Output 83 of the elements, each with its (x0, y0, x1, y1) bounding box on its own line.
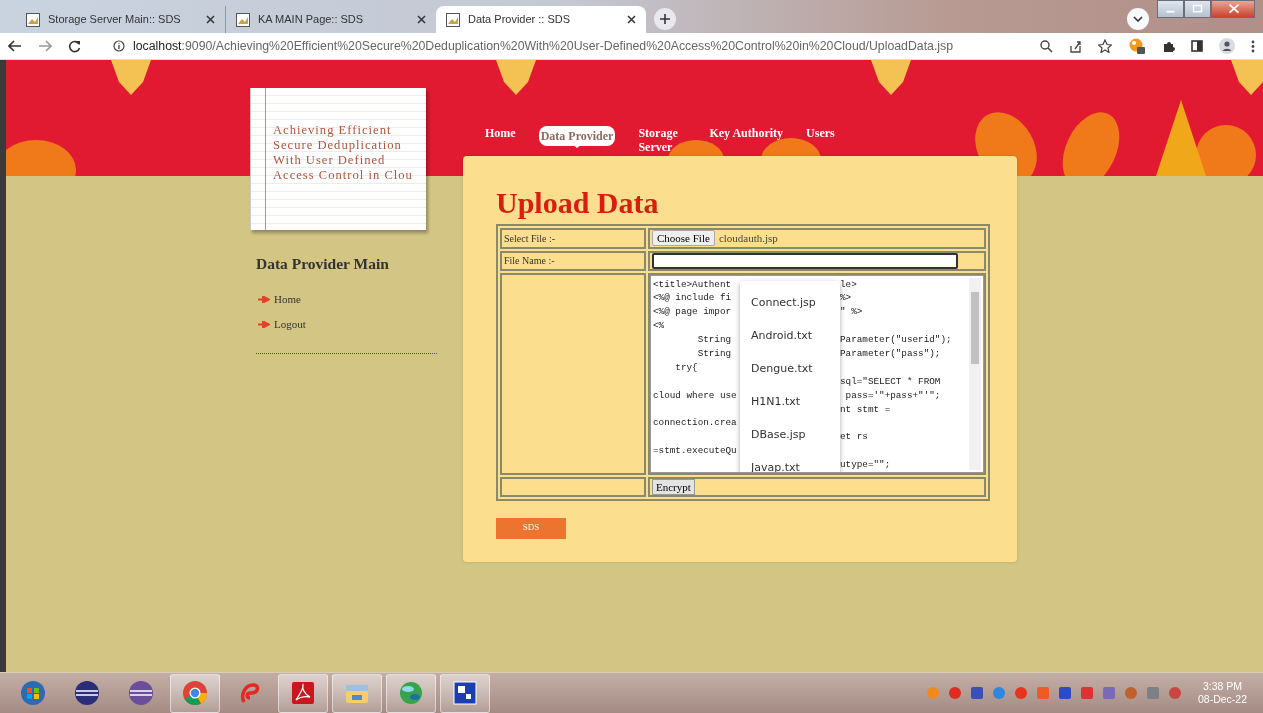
browser-tab[interactable]: KA MAIN Page:: SDS (226, 6, 436, 33)
suggestion-item[interactable]: Dengue.txt (740, 351, 840, 385)
favicon-icon (236, 12, 250, 27)
code-textarea[interactable] (650, 274, 984, 473)
code-text: sql="SELECT * FROM (840, 374, 941, 389)
info-icon[interactable] (113, 40, 125, 52)
nav-link[interactable]: Key Authority (709, 126, 784, 140)
code-text: =stmt.executeQu (652, 444, 738, 459)
pdf-icon (290, 680, 316, 706)
close-icon[interactable] (206, 15, 215, 24)
code-text: String (696, 333, 733, 347)
code-text: le> (840, 277, 857, 292)
back-icon[interactable] (8, 40, 22, 52)
code-text: cloud where use (652, 388, 738, 403)
tray-icon[interactable] (969, 686, 984, 700)
scrollbar[interactable] (969, 277, 981, 470)
suggestion-item[interactable]: Connect.jsp (740, 285, 840, 319)
code-text: <title>Authent (652, 277, 733, 292)
menu-icon[interactable] (1251, 39, 1255, 53)
sidebar-link[interactable]: Home (274, 291, 301, 308)
window-icon (452, 680, 478, 706)
file-name-input[interactable] (652, 252, 958, 269)
chrome-icon (182, 680, 208, 706)
tray-icon[interactable] (1057, 686, 1072, 700)
nav-link[interactable]: Home (485, 126, 516, 140)
close-icon[interactable] (417, 15, 426, 24)
favicon-icon (26, 12, 40, 27)
close-button[interactable] (1211, 0, 1255, 18)
code-text: " %> (840, 305, 863, 320)
code-text: utype=""; (840, 458, 891, 472)
sidebar-title: Data Provider Main (256, 254, 390, 274)
code-text: Parameter("userid"); (840, 333, 952, 347)
extension-icon[interactable] (1128, 38, 1146, 54)
arrow-icon (258, 320, 270, 328)
field-label: Select File :- (500, 228, 646, 249)
code-text: Parameter("pass"); (840, 346, 941, 361)
file-name-text: cloudauth.jsp (718, 231, 778, 246)
chevron-icon (1133, 16, 1143, 22)
code-text: <%@ include fi (652, 291, 733, 306)
code-text: <% (652, 319, 666, 334)
taskbar-button[interactable] (440, 673, 490, 713)
zoom-icon[interactable] (1040, 39, 1053, 53)
field-label: File Name :- (500, 250, 646, 271)
sphere-icon (74, 680, 100, 706)
nav-link[interactable]: Users (806, 126, 835, 140)
star-icon[interactable] (1098, 39, 1112, 53)
code-text: pass='"+pass+"'"; (844, 388, 941, 403)
reload-icon[interactable] (68, 39, 81, 53)
sidebar-link[interactable]: Logout (274, 315, 306, 333)
minimize-button[interactable] (1157, 0, 1184, 18)
start-icon (20, 680, 46, 706)
encrypt-button[interactable]: Encrypt (652, 478, 695, 495)
suggestion-item[interactable]: DBase.jsp (740, 417, 840, 451)
suggestion-item[interactable]: Android.txt (740, 318, 840, 352)
code-text: <%@ page impor (652, 305, 733, 320)
code-text: try{ (674, 360, 699, 375)
taskbar-button[interactable] (278, 673, 328, 713)
tab-search-button[interactable] (1127, 8, 1149, 30)
choose-file-button[interactable]: Choose File (652, 230, 715, 247)
code-text: et rs (840, 430, 868, 445)
close-icon[interactable] (627, 15, 636, 24)
arrow-icon (258, 296, 270, 303)
puzzle-icon[interactable] (1162, 39, 1175, 53)
suggestion-item[interactable]: H1N1.txt (740, 384, 840, 418)
forward-icon[interactable] (38, 40, 52, 52)
page-title: Upload Data (496, 186, 660, 220)
browser-tab[interactable]: Data Provider :: SDS (436, 6, 646, 33)
sphere-icon (128, 680, 154, 706)
plus-icon (659, 13, 671, 25)
logo-title: Achieving Efficient Secure Deduplication With User Defined Access Control in Clou (273, 123, 414, 183)
code-text: String (696, 346, 733, 361)
favicon-icon (446, 12, 460, 27)
code-text: connection.crea (652, 416, 738, 431)
new-tab-button[interactable] (654, 8, 676, 30)
nav-link[interactable]: Storage Server (638, 126, 687, 154)
code-text: nt stmt = (840, 402, 891, 417)
code-text: %> (840, 291, 852, 306)
maximize-button[interactable] (1184, 0, 1211, 18)
ball-icon (398, 680, 424, 706)
taskbar-button[interactable] (386, 673, 436, 713)
profile-icon[interactable] (1219, 38, 1235, 54)
share-icon[interactable] (1069, 39, 1082, 53)
side-panel-icon[interactable] (1191, 40, 1203, 52)
